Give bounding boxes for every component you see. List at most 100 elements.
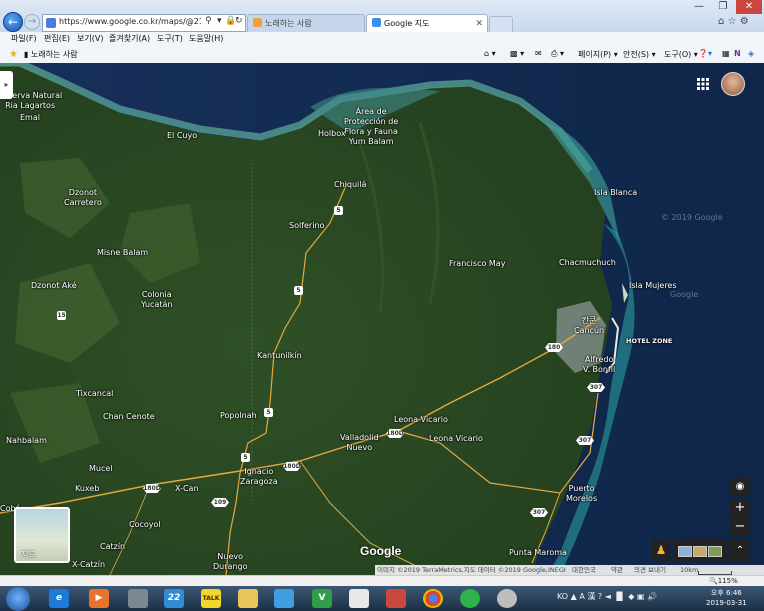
- map-attribution-bar: 이미지 ©2019 TerraMetrics,지도 데이터 ©2019 Goog…: [375, 565, 764, 575]
- menu-favorites[interactable]: 즐겨찾기(A): [109, 33, 150, 44]
- place-label: Chiquilá: [334, 180, 367, 189]
- rss-feed-icon[interactable]: ▩ ▾: [510, 49, 524, 58]
- close-window-button[interactable]: ✕: [736, 0, 762, 14]
- onenote-icon[interactable]: N: [734, 49, 741, 58]
- place-name: Carretero: [64, 198, 102, 207]
- my-location-button[interactable]: ◉: [730, 478, 750, 496]
- google-apps-grid-icon[interactable]: [697, 78, 709, 90]
- place-label: Leona Vicario: [429, 434, 483, 443]
- system-tray[interactable]: KO ▲ A 漢 ? ◄ ▐▌ ◆ ▣ 🔊: [557, 591, 657, 602]
- route-shield: 5: [334, 206, 343, 215]
- favorite-link[interactable]: ▮ 노래하는 사람: [24, 49, 78, 60]
- mail-icon[interactable]: ✉: [535, 49, 542, 58]
- minimize-button[interactable]: —: [688, 0, 710, 14]
- place-label: Colonia Yucatán: [141, 290, 172, 310]
- start-button[interactable]: [6, 587, 30, 611]
- highway-shield: 180D: [386, 429, 404, 438]
- place-name: Valladolid: [340, 433, 379, 442]
- place-label: Puerto Morelos: [566, 484, 597, 504]
- menu-bar: 파일(F) 편집(E) 보기(V) 즐겨찾기(A) 도구(T) 도움말(H): [0, 32, 764, 47]
- zoom-in-button[interactable]: +: [730, 499, 750, 517]
- favorite-link-label: 노래하는 사람: [30, 50, 78, 59]
- place-name: Dzonot: [68, 188, 98, 197]
- home-icon[interactable]: ⌂: [718, 16, 724, 27]
- media-player-icon[interactable]: ▶: [89, 589, 109, 608]
- layer-toggle-label: 지도: [21, 550, 36, 559]
- tab-singing-person[interactable]: 노래하는 사람: [247, 14, 365, 33]
- app-icon[interactable]: [460, 589, 480, 608]
- clock-time: 오후 6:46: [710, 589, 742, 597]
- place-name: Ignacio: [244, 467, 274, 476]
- clock[interactable]: 오후 6:46 2019-03-31: [706, 588, 747, 608]
- pegman-street-view-icon[interactable]: ♟: [652, 539, 670, 562]
- menu-file[interactable]: 파일(F): [11, 33, 37, 44]
- place-label: Dzonot Aké: [31, 281, 77, 290]
- feedback-link[interactable]: 의견 보내기: [634, 565, 666, 575]
- app-icon[interactable]: 22: [164, 589, 184, 608]
- highway-shield: 180D: [283, 462, 301, 471]
- zoom-out-button[interactable]: −: [730, 518, 750, 536]
- settings-gear-icon[interactable]: ⚙: [740, 16, 749, 27]
- expand-imagery-button[interactable]: ⌃: [730, 539, 750, 562]
- place-name: Nuevo: [346, 443, 373, 452]
- safety-menu[interactable]: 안전(S) ▾: [623, 49, 656, 60]
- zoom-level[interactable]: 🔍115%: [709, 576, 738, 586]
- page-menu[interactable]: 페이지(P) ▾: [578, 49, 618, 60]
- home-icon[interactable]: ⌂ ▾: [484, 49, 496, 58]
- tab-google-maps[interactable]: Google 지도 ✕: [366, 14, 488, 33]
- search-icon[interactable]: ⚲: [205, 16, 212, 26]
- forward-button[interactable]: →: [24, 14, 40, 30]
- menu-tools[interactable]: 도구(T): [157, 33, 183, 44]
- account-avatar[interactable]: [721, 72, 745, 96]
- menu-view[interactable]: 보기(V): [77, 33, 103, 44]
- new-tab-button[interactable]: [489, 16, 513, 33]
- map-canvas[interactable]: Reserva Natural Ria Lagartos Emal El Cuyo…: [0, 63, 764, 575]
- chrome-icon[interactable]: [423, 589, 443, 608]
- app-icon[interactable]: [274, 589, 294, 608]
- thumbnail-image[interactable]: [678, 546, 692, 557]
- terms-link[interactable]: 약관: [611, 565, 623, 575]
- clock-date: 2019-03-31: [706, 599, 747, 607]
- dropdown-icon[interactable]: ▾: [217, 16, 222, 26]
- favorites-star-icon[interactable]: ★: [9, 49, 18, 60]
- imagery-thumbnails[interactable]: [674, 539, 728, 562]
- close-tab-icon[interactable]: ✕: [475, 15, 483, 33]
- extension-icon[interactable]: ▦: [722, 49, 730, 58]
- tools-menu[interactable]: 도구(O) ▾: [664, 49, 698, 60]
- address-url[interactable]: https://www.google.co.kr/maps/@21.17700: [59, 17, 201, 26]
- favorites-star-icon[interactable]: ☆: [728, 16, 737, 27]
- app-icon[interactable]: [386, 589, 406, 608]
- expand-sidebar-button[interactable]: ▸: [0, 71, 13, 99]
- app-icon[interactable]: [349, 589, 369, 608]
- restore-button[interactable]: ❐: [712, 0, 734, 14]
- menu-help[interactable]: 도움말(H): [189, 33, 223, 44]
- place-label: Tixcancal: [76, 389, 114, 398]
- kakaotalk-icon[interactable]: TALK: [201, 589, 221, 608]
- route-shield: 5: [264, 408, 273, 417]
- refresh-icon[interactable]: ↻: [235, 16, 243, 26]
- place-name: V. Bonfil: [583, 365, 616, 374]
- app-icon[interactable]: [497, 589, 517, 608]
- print-icon[interactable]: ⎙ ▾: [551, 49, 564, 59]
- extension-icon[interactable]: ◈: [748, 49, 754, 58]
- address-bar[interactable]: https://www.google.co.kr/maps/@21.17700 …: [42, 14, 246, 32]
- thumbnail-image[interactable]: [693, 546, 707, 557]
- back-button[interactable]: ←: [3, 12, 23, 32]
- place-label: Alfredo V. Bonfil: [583, 355, 615, 375]
- place-label: HOTEL ZONE: [626, 337, 673, 345]
- app-icon[interactable]: [128, 589, 148, 608]
- menu-edit[interactable]: 편집(E): [44, 33, 70, 44]
- place-label: Emal: [20, 113, 40, 122]
- browser-title-bar: ← → https://www.google.co.kr/maps/@21.17…: [0, 0, 764, 33]
- windows-taskbar: e ▶ 22 TALK V KO ▲ A 漢 ? ◄ ▐▌ ◆ ▣ 🔊 오후 6…: [0, 586, 764, 611]
- map-layer-toggle[interactable]: 지도: [14, 507, 70, 563]
- scale-label[interactable]: 10km: [680, 565, 698, 575]
- place-name: Morelos: [566, 494, 598, 503]
- thumbnail-image[interactable]: [708, 546, 722, 557]
- place-name: Ria Lagartos: [5, 101, 56, 110]
- app-icon[interactable]: V: [312, 589, 332, 608]
- country-link[interactable]: 대한민국: [572, 565, 596, 575]
- internet-explorer-icon[interactable]: e: [49, 589, 69, 608]
- file-explorer-icon[interactable]: [238, 589, 258, 608]
- help-icon[interactable]: ❓▾: [698, 49, 712, 58]
